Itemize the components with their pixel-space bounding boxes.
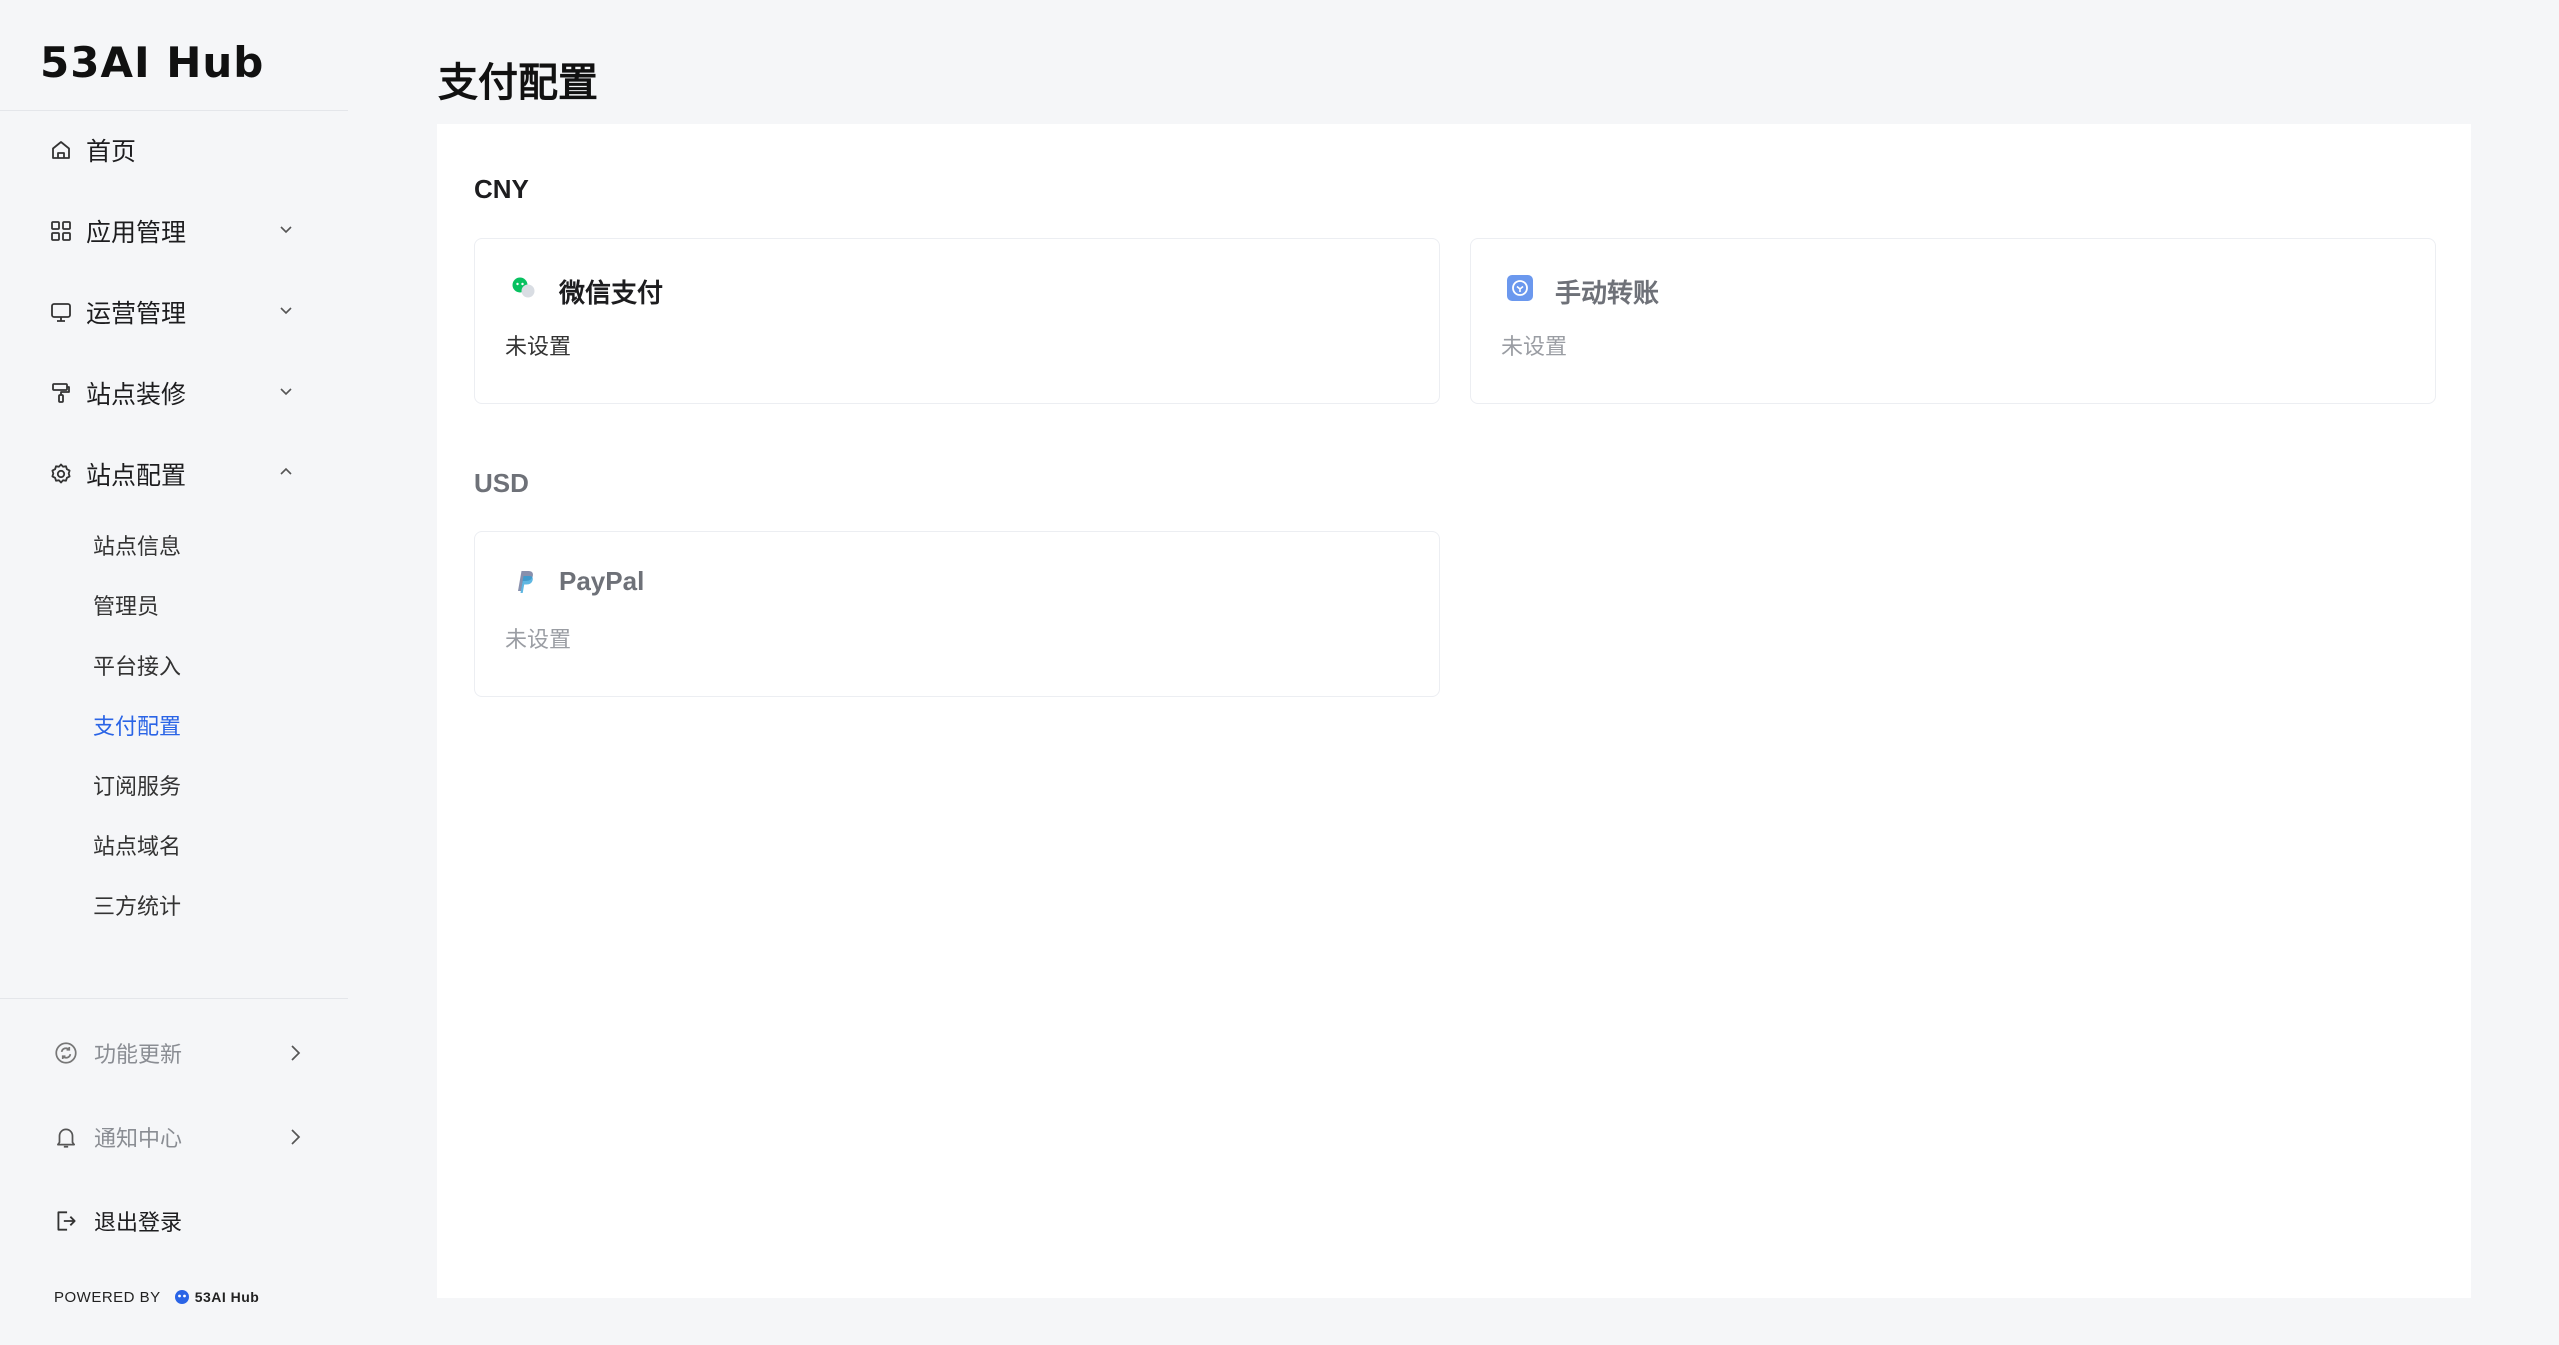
app-logo[interactable]: 53AI Hub — [40, 38, 264, 87]
payment-card-status: 未设置 — [505, 334, 572, 359]
powered-by-text: POWERED BY — [54, 1288, 161, 1306]
sidebar: 53AI Hub 首页 应用管理 运营管理 站点装修 站点配置 站点信息 管理员… — [0, 0, 348, 1345]
monitor-icon — [48, 299, 74, 325]
chevron-down-icon — [278, 221, 294, 242]
chevron-up-icon — [278, 464, 294, 485]
bottom-item-label: 退出登录 — [94, 1210, 183, 1235]
bottom-item-label: 通知中心 — [94, 1126, 183, 1151]
gear-icon — [48, 461, 74, 487]
nav-item-label: 站点配置 — [86, 462, 187, 490]
payment-card-status: 未设置 — [505, 627, 572, 652]
chevron-down-icon — [278, 383, 294, 404]
sub-item-admins[interactable]: 管理员 — [93, 585, 159, 625]
brand-logo-icon — [174, 1290, 189, 1304]
refresh-icon — [52, 1039, 80, 1067]
chevron-right-icon — [286, 1042, 304, 1069]
chevron-down-icon — [278, 302, 294, 323]
nav-item-site-config[interactable]: 站点配置 — [48, 446, 300, 502]
sub-item-subscription[interactable]: 订阅服务 — [93, 765, 181, 805]
sub-item-payment-config[interactable]: 支付配置 — [93, 705, 181, 745]
payment-card-name: 微信支付 — [559, 278, 664, 308]
nav-item-label: 站点装修 — [86, 381, 187, 409]
notification-center-item[interactable]: 通知中心 — [52, 1112, 304, 1162]
payment-card-name: 手动转账 — [1555, 278, 1660, 308]
payment-card-name: PayPal — [559, 566, 645, 596]
sidebar-divider — [0, 110, 348, 111]
nav-item-label: 运营管理 — [86, 300, 187, 328]
nav-item-app-management[interactable]: 应用管理 — [48, 203, 300, 259]
sidebar-divider — [0, 998, 348, 999]
logout-icon — [52, 1207, 80, 1235]
powered-brand-label: 53AI Hub — [194, 1289, 260, 1305]
home-icon — [48, 137, 74, 163]
grid-icon — [48, 218, 74, 244]
sub-item-site-domain[interactable]: 站点域名 — [93, 825, 181, 865]
logout-item[interactable]: 退出登录 — [52, 1196, 304, 1246]
powered-by: POWERED BY 53AI Hub — [54, 1288, 259, 1306]
manual-transfer-icon — [1505, 273, 1535, 303]
payment-card-status: 未设置 — [1501, 334, 1568, 359]
chevron-right-icon — [286, 1126, 304, 1153]
paypal-icon — [509, 566, 539, 596]
paint-roller-icon — [48, 380, 74, 406]
section-title-cny: CNY — [474, 174, 529, 204]
nav-item-label: 应用管理 — [86, 219, 187, 247]
bottom-item-label: 功能更新 — [94, 1042, 183, 1067]
nav-item-label: 首页 — [86, 138, 137, 166]
payment-card-manual-transfer[interactable]: 手动转账 未设置 — [1470, 238, 2436, 404]
sub-item-site-info[interactable]: 站点信息 — [93, 525, 181, 565]
payment-config-panel: CNY 微信支付 未设置 手动转账 未设置 USD PayPal 未设置 — [437, 124, 2471, 1298]
section-title-usd: USD — [474, 468, 529, 498]
feature-updates-item[interactable]: 功能更新 — [52, 1028, 304, 1078]
nav-item-site-decoration[interactable]: 站点装修 — [48, 365, 300, 421]
payment-card-wechat[interactable]: 微信支付 未设置 — [474, 238, 1440, 404]
powered-brand[interactable]: 53AI Hub — [173, 1288, 260, 1306]
page-title: 支付配置 — [438, 61, 598, 105]
sub-item-platform-access[interactable]: 平台接入 — [93, 645, 181, 685]
nav-item-operations[interactable]: 运营管理 — [48, 284, 300, 340]
wechat-pay-icon — [509, 273, 539, 303]
payment-card-paypal[interactable]: PayPal 未设置 — [474, 531, 1440, 697]
bell-icon — [52, 1123, 80, 1151]
sub-item-third-party-stats[interactable]: 三方统计 — [93, 885, 181, 925]
nav-item-home[interactable]: 首页 — [48, 122, 300, 178]
